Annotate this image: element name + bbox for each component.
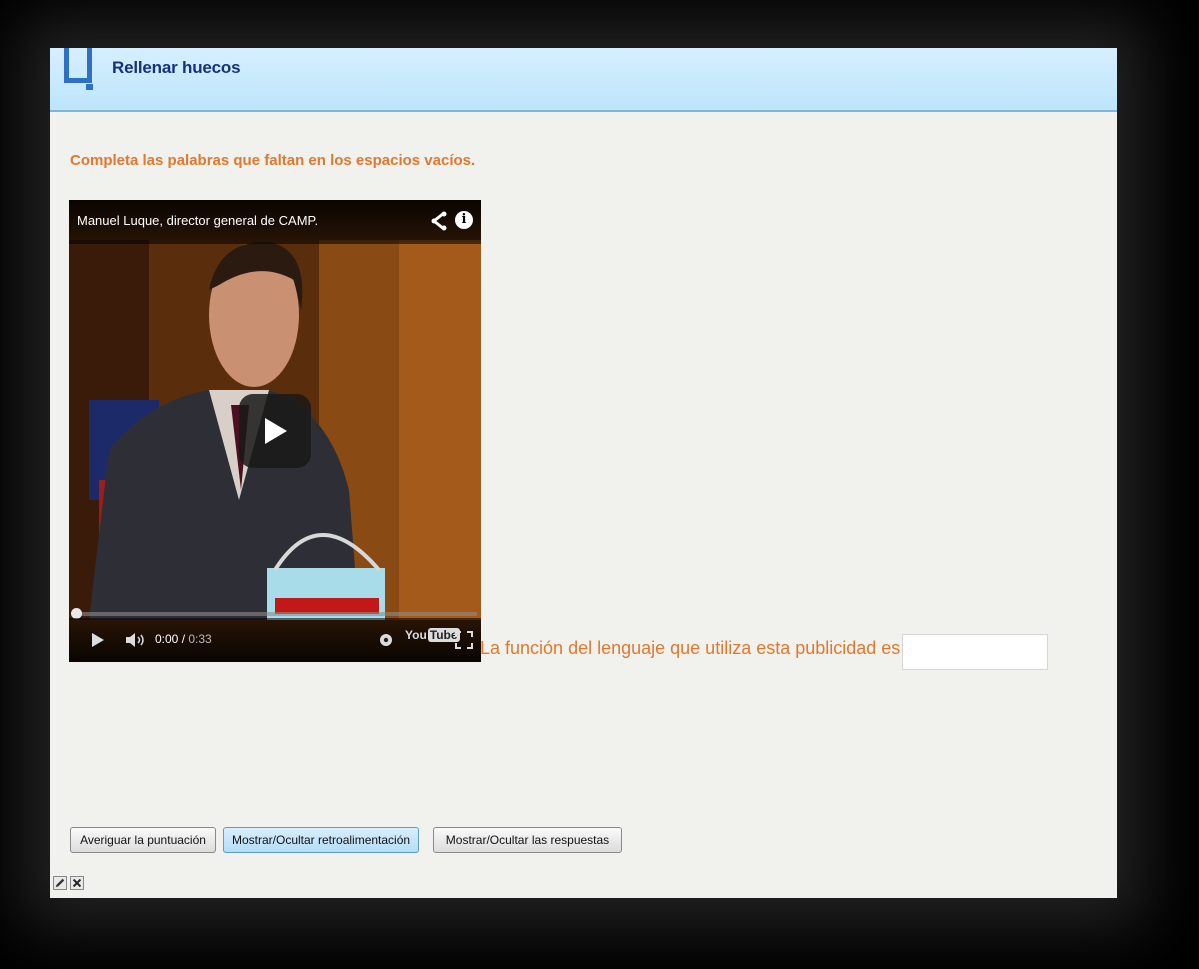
time-display: 0:00 / 0:33 [155, 632, 212, 646]
time-current: 0:00 [155, 632, 179, 646]
toggle-answers-button[interactable]: Mostrar/Ocultar las respuestas [433, 827, 622, 853]
video-title[interactable]: Manuel Luque, director general de CAMP. [77, 213, 318, 228]
play-small-icon[interactable] [91, 632, 105, 648]
fullscreen-icon[interactable] [455, 631, 473, 649]
play-icon [265, 418, 287, 444]
edit-icon[interactable] [53, 876, 67, 890]
info-icon[interactable]: i [455, 211, 473, 229]
delete-icon[interactable] [70, 876, 84, 890]
toggle-feedback-button[interactable]: Mostrar/Ocultar retroalimentación [223, 827, 419, 853]
youtube-logo-text: You [405, 628, 427, 642]
share-icon[interactable] [431, 211, 447, 231]
youtube-logo[interactable]: You Tube [405, 628, 460, 642]
question-text: La función del lenguaje que utiliza esta… [480, 638, 901, 658]
answer-input[interactable] [902, 634, 1048, 670]
activity-header: Rellenar huecos [50, 48, 1117, 112]
progress-bar[interactable] [73, 612, 477, 616]
activity-title: Rellenar huecos [112, 58, 241, 77]
settings-icon[interactable] [379, 633, 393, 647]
activity-frame: Rellenar huecos Completa las palabras qu… [50, 48, 1117, 898]
video-control-bar: 0:00 / 0:33 You Tube [69, 618, 481, 662]
time-total: 0:33 [188, 632, 212, 646]
check-score-button[interactable]: Averiguar la puntuación [70, 827, 216, 853]
video-player[interactable]: Manuel Luque, director general de CAMP. … [69, 200, 481, 662]
instructions-text: Completa las palabras que faltan en los … [70, 152, 476, 169]
play-button[interactable] [239, 394, 311, 468]
volume-icon[interactable] [125, 632, 147, 648]
video-top-bar: Manuel Luque, director general de CAMP. … [69, 200, 481, 244]
fill-blanks-icon [64, 48, 93, 90]
